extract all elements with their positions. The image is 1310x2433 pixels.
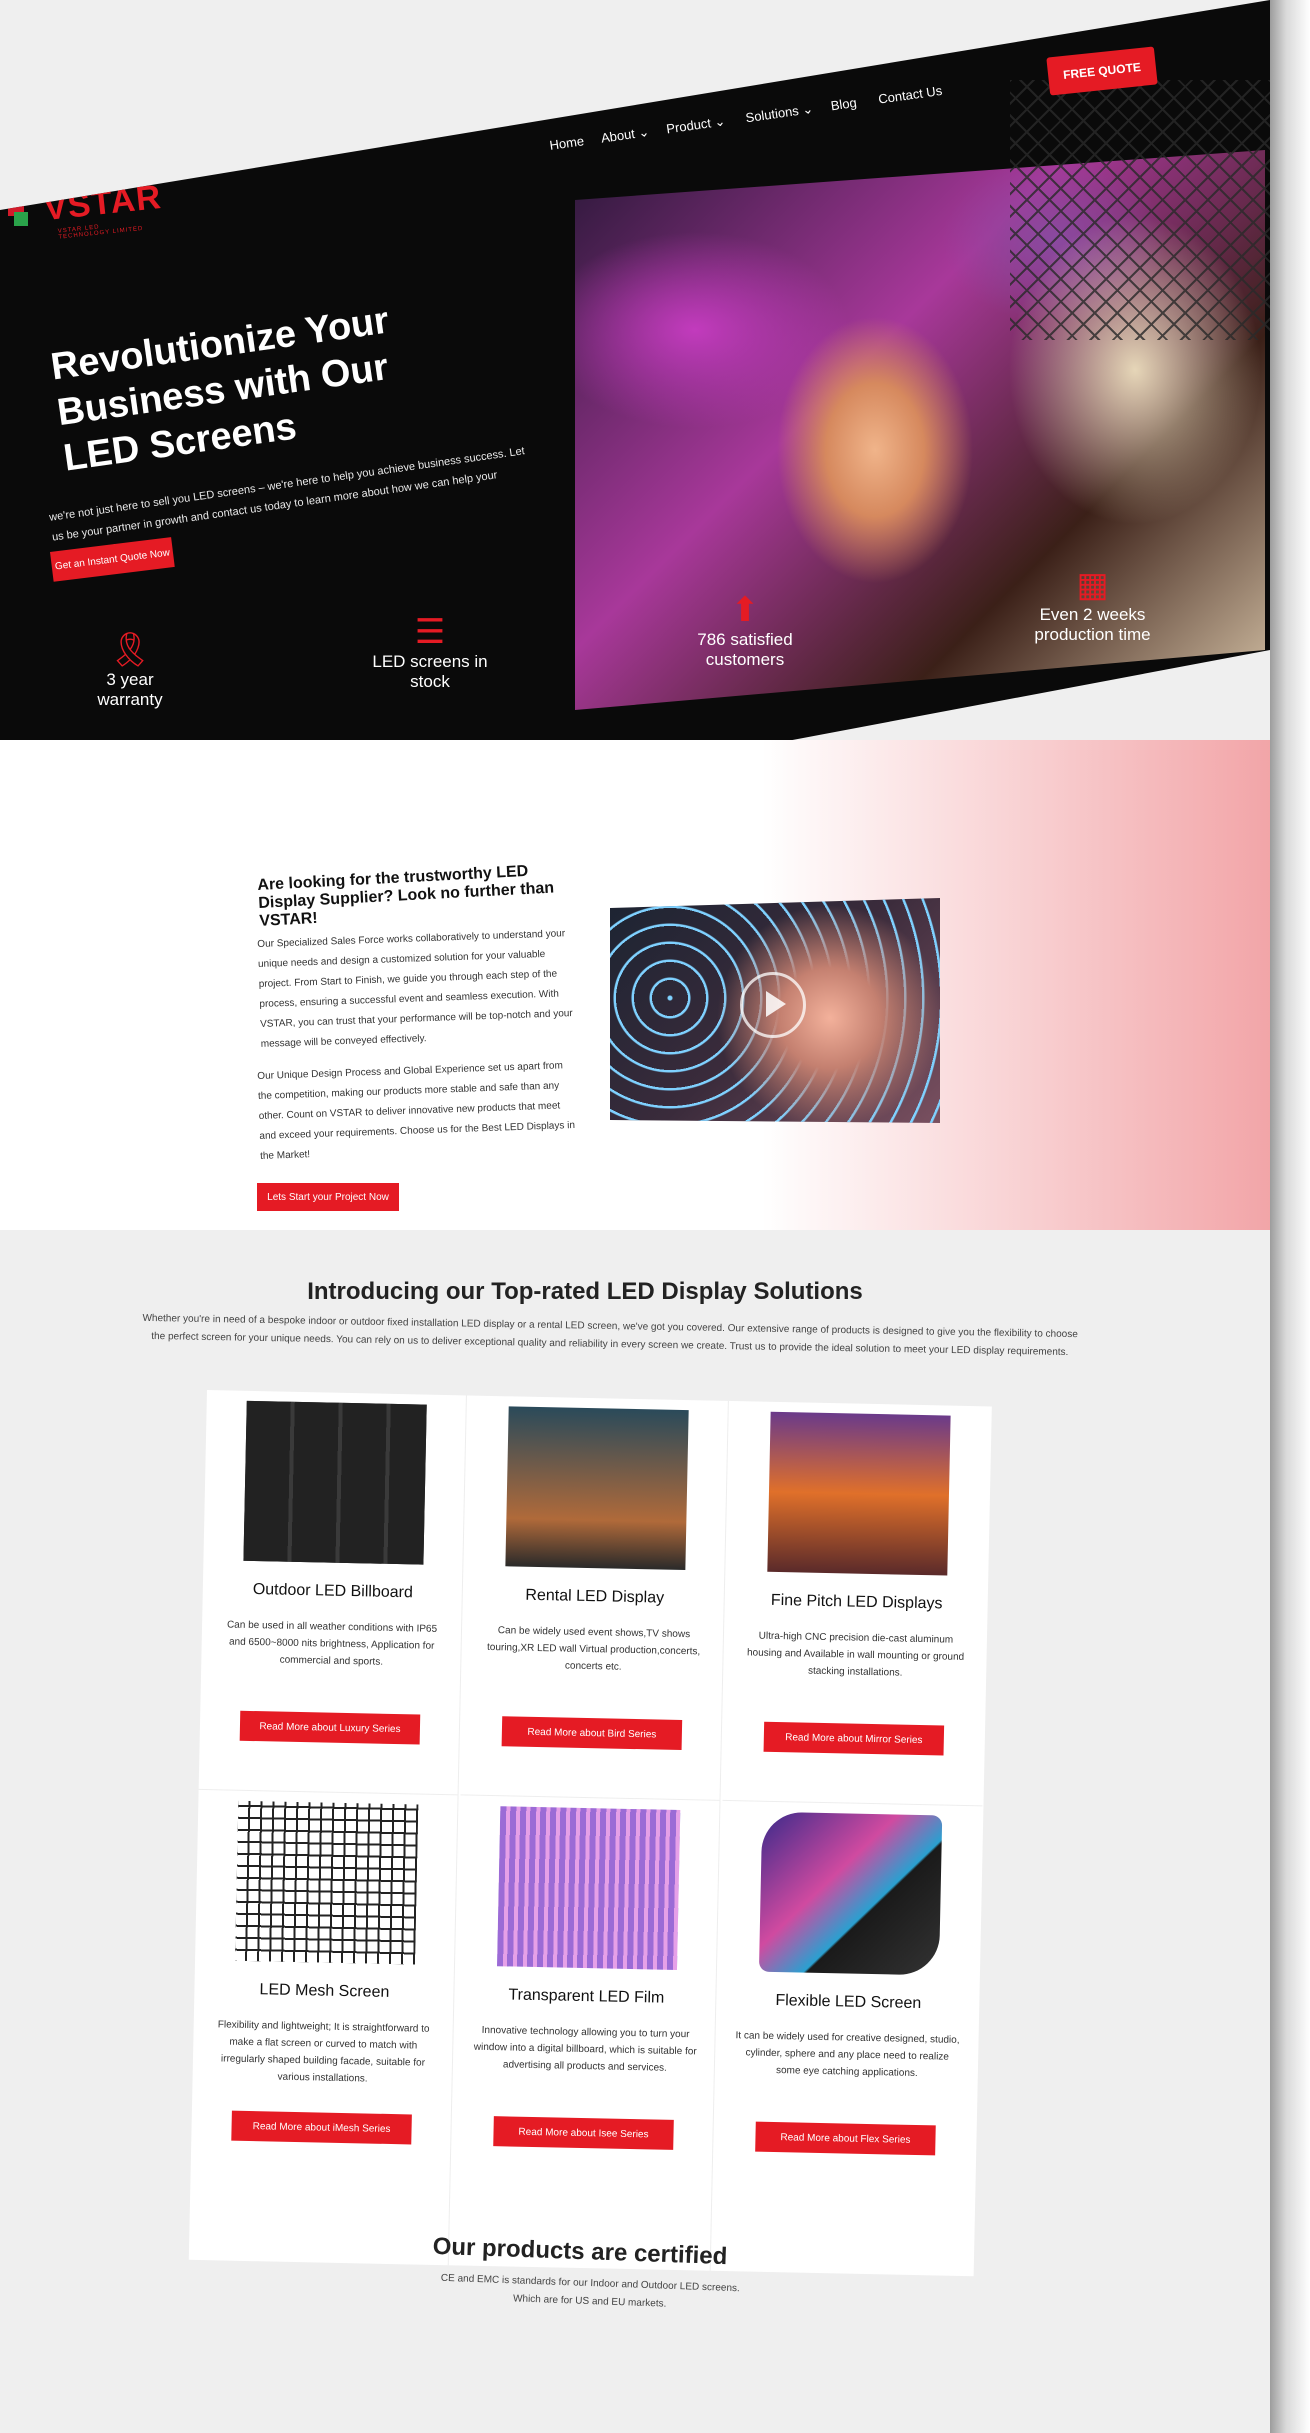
page-edge-shadow [1270,0,1310,2433]
about-paragraph-2: Our Unique Design Process and Global Exp… [257,1060,576,1162]
certified-description: CE and EMC is standards for our Indoor a… [379,2268,800,2319]
read-more-button[interactable]: Read More about Luxury Series [239,1710,421,1745]
nav-about-label: About [600,126,636,146]
nav-about[interactable]: About ⌄ [600,124,650,147]
read-more-button[interactable]: Read More about iMesh Series [231,2110,412,2145]
about-paragraph-1: Our Specialized Sales Force works collab… [257,928,573,1050]
outdoor-billboard-image [243,1400,427,1565]
stat-customers-text: 786 satisfied customers [697,630,793,669]
card-title: Outdoor LED Billboard [252,1581,414,1602]
stat-customers: ⬆ 786 satisfied customers [680,590,810,670]
product-card: Outdoor LED Billboard Can be used in all… [198,1390,467,1796]
nav-home[interactable]: Home [549,133,585,153]
card-description: Innovative technology allowing you to tu… [473,2024,697,2074]
product-card: Rental LED Display Can be widely used ev… [460,1395,729,1801]
product-card: LED Mesh Screen Flexibility and lightwei… [188,1789,459,2266]
stat-warranty-text: 3 year warranty [97,670,163,709]
calendar-icon: ▦ [1076,566,1109,604]
play-icon[interactable] [740,972,806,1038]
rental-display-image [505,1406,689,1571]
stat-stock: ☰ LED screens in stock [365,612,495,692]
read-more-button[interactable]: Read More about Mirror Series [763,1721,945,1756]
card-title: LED Mesh Screen [259,1981,390,2001]
card-title: Transparent LED Film [508,1986,665,2007]
stat-warranty: 🎗 3 year warranty [75,630,185,710]
read-more-button[interactable]: Read More about Isee Series [493,2116,674,2150]
stat-production-text: Even 2 weeks production time [1034,605,1151,644]
nav-product-label: Product [665,115,712,137]
pin-icon: ⬆ [730,591,760,629]
product-card: Transparent LED Film Innovative technolo… [450,1795,721,2271]
ribbon-icon: 🎗 [108,631,152,669]
products-grid: Outdoor LED Billboard Can be used in all… [188,1390,992,2277]
about-title: Are looking for the trustworthy LED Disp… [257,862,555,930]
chevron-down-icon: ⌄ [637,124,651,141]
start-project-button[interactable]: Lets Start your Project Now [257,1183,399,1211]
nav-solutions[interactable]: Solutions ⌄ [745,101,815,126]
nav-contact[interactable]: Contact Us [877,83,943,107]
card-description: It can be widely used for creative desig… [735,2030,960,2080]
product-card: Flexible LED Screen It can be widely use… [713,1801,983,2276]
stage-truss-image [1010,80,1270,340]
card-description: Flexibility and lightweight; It is strai… [217,2019,430,2085]
page: VSTAR VSTAR LED TECHNOLOGY LIMITED Revol… [0,0,1270,2433]
fine-pitch-image [767,1411,951,1576]
stat-production: ▦ Even 2 weeks production time [1010,565,1175,645]
card-description: Can be widely used event shows,TV shows … [486,1625,701,1673]
read-more-button[interactable]: Read More about Flex Series [755,2121,936,2156]
chevron-down-icon: ⌄ [801,100,815,118]
mesh-screen-image [235,1800,419,1965]
stat-stock-text: LED screens in stock [372,652,488,691]
stack-icon: ☰ [414,613,446,651]
card-description: Can be used in all weather conditions wi… [226,1619,438,1668]
transparent-film-image [496,1806,681,1970]
flexible-screen-image [758,1811,943,1976]
product-card: Fine Pitch LED Displays Ultra-high CNC p… [722,1400,991,1807]
nav-product[interactable]: Product ⌄ [665,113,726,137]
vstar-logo[interactable]: VSTAR VSTAR LED TECHNOLOGY LIMITED [8,178,163,241]
about-section: Are looking for the trustworthy LED Disp… [0,740,1270,1230]
products-description: Whether you're in need of a bespoke indo… [142,1312,1078,1359]
card-description: Ultra-high CNC precision die-cast alumin… [746,1630,965,1679]
card-title: Flexible LED Screen [775,1992,922,2013]
card-title: Rental LED Display [525,1586,665,1607]
chevron-down-icon: ⌄ [713,113,727,130]
card-title: Fine Pitch LED Displays [770,1591,943,1613]
nav-solutions-label: Solutions [744,103,800,126]
products-title: Introducing our Top-rated LED Display So… [307,1278,863,1305]
hero-title: Revolutionize Your Business with Our LED… [48,299,392,480]
nav-blog[interactable]: Blog [830,95,858,113]
read-more-button[interactable]: Read More about Bird Series [501,1716,683,1751]
